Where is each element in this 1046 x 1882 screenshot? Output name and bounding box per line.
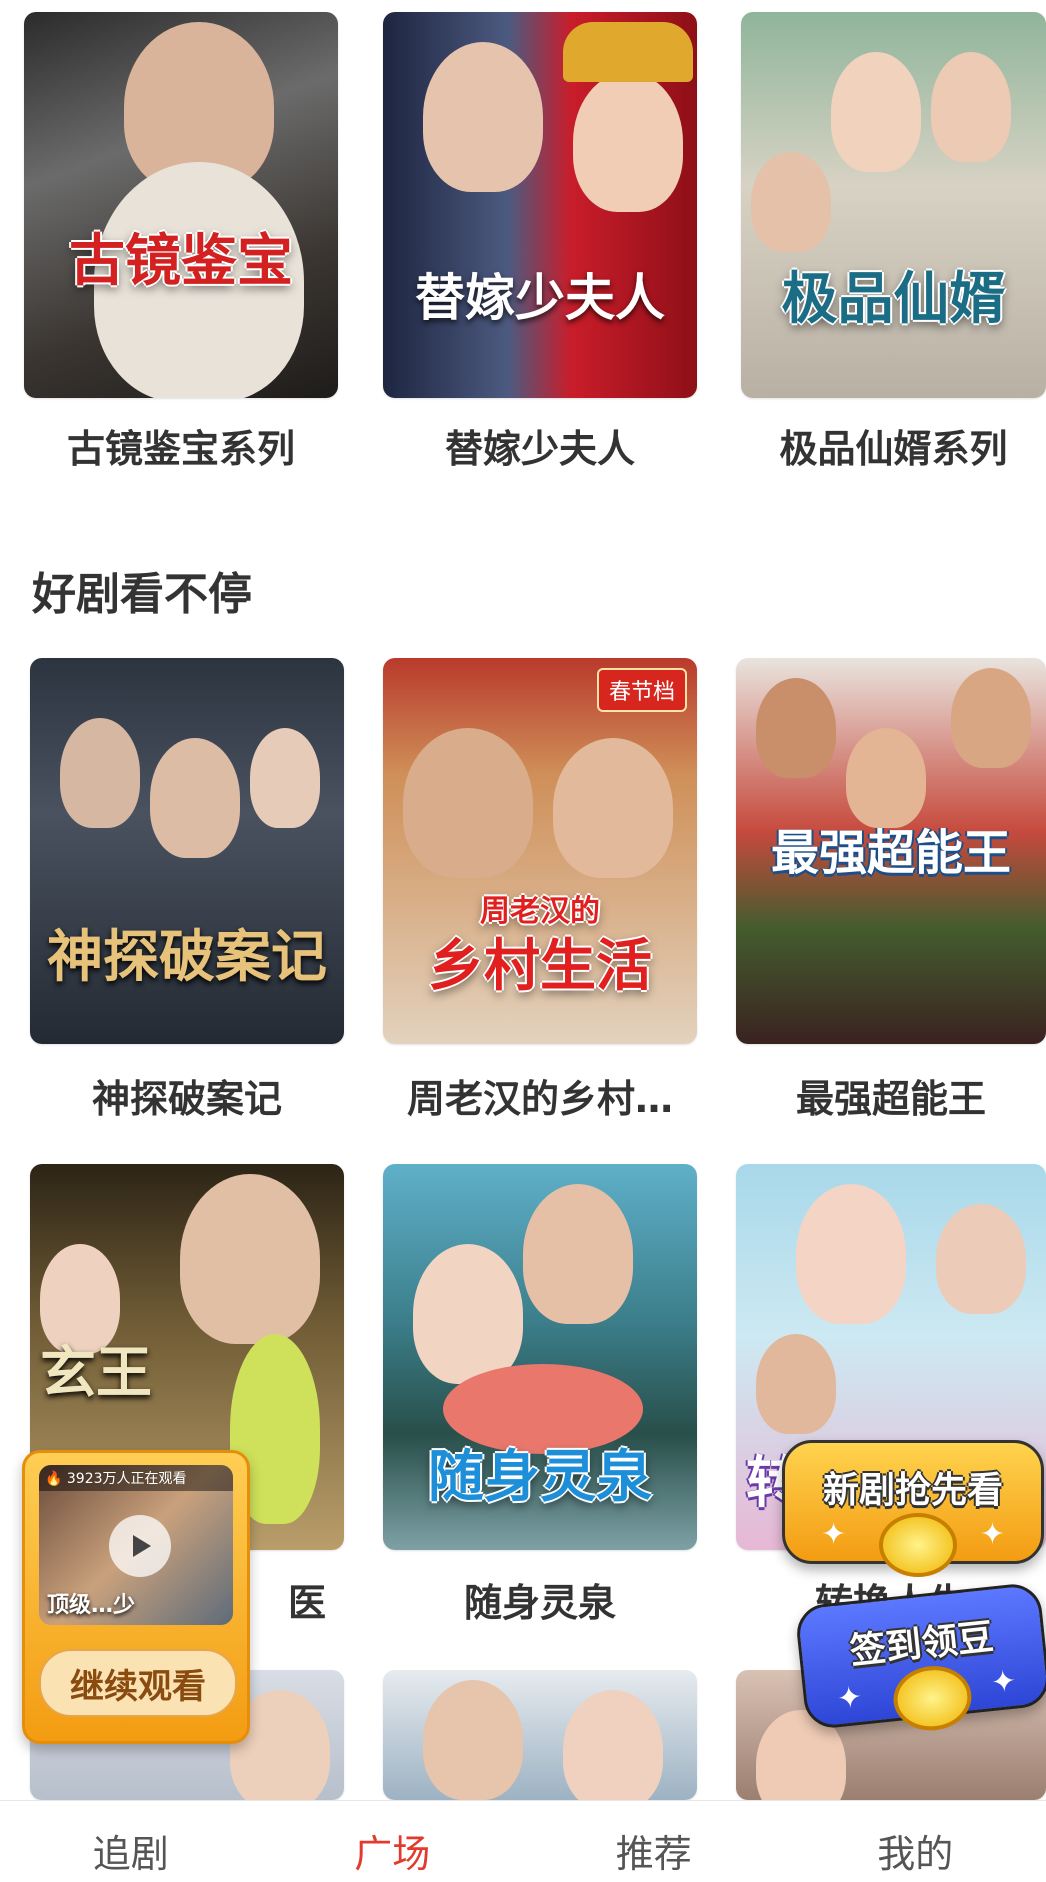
poster-figure [413, 1244, 523, 1384]
drama-title[interactable]: 最强超能王 [736, 1068, 1046, 1123]
drama-card-zhoulaohan[interactable]: 春节档 周老汉的 乡村生活 [383, 658, 697, 1044]
poster-title: 最强超能王 [752, 828, 1030, 878]
poster-title: 乡村生活 [399, 938, 681, 997]
poster-figure [423, 42, 543, 192]
drama-title[interactable]: 极品仙婿系列 [741, 418, 1046, 473]
drama-card-row4-2[interactable] [383, 1670, 697, 1800]
viewer-count: 🔥 3923万人正在观看 [39, 1465, 233, 1491]
mini-thumb-text: 顶级…少 [47, 1587, 135, 1619]
coin-icon [879, 1513, 957, 1577]
poster-figure [40, 1244, 120, 1354]
poster-figure [250, 728, 320, 828]
sparkle-icon: ✦ [989, 1663, 1018, 1700]
sign-in-label: 签到领豆 [847, 1608, 996, 1675]
poster-title: 极品仙婿 [757, 270, 1030, 329]
poster-figure [846, 728, 926, 828]
poster-figure [951, 668, 1031, 768]
sparkle-icon: ✦ [835, 1680, 864, 1717]
drama-poster[interactable]: 随身灵泉 [383, 1164, 697, 1550]
drama-title[interactable]: 古镜鉴宝系列 [24, 418, 338, 473]
drama-poster[interactable]: 春节档 周老汉的 乡村生活 [383, 658, 697, 1044]
drama-card-shentan[interactable]: 神探破案记 [30, 658, 344, 1044]
poster-figure [751, 152, 831, 252]
drama-poster[interactable]: 替嫁少夫人 [383, 12, 697, 398]
play-icon[interactable] [109, 1515, 171, 1577]
drama-card-suishen[interactable]: 随身灵泉 [383, 1164, 697, 1550]
poster-figure [60, 718, 140, 828]
bottom-nav: 追剧 广场 推荐 我的 [0, 1800, 1046, 1882]
poster-title: 玄王 [40, 1344, 152, 1403]
drama-card-zuiqiang[interactable]: 最强超能王 [736, 658, 1046, 1044]
drama-title[interactable]: 随身灵泉 [383, 1572, 697, 1627]
new-drama-promo-button[interactable]: 新剧抢先看 ✦ ✦ [782, 1440, 1044, 1564]
poster-figure [831, 52, 921, 172]
drama-title[interactable]: 周老汉的乡村… [383, 1068, 697, 1123]
poster-figure [423, 1680, 523, 1800]
new-drama-label: 新剧抢先看 [823, 1461, 1003, 1513]
poster-figure [936, 1204, 1026, 1314]
drama-card-tijia[interactable]: 替嫁少夫人 [383, 12, 697, 398]
poster-figure [443, 1364, 643, 1454]
poster-figure [563, 22, 693, 82]
poster-title: 替嫁少夫人 [399, 272, 681, 325]
continue-watching-widget[interactable]: 🔥 3923万人正在观看 顶级…少 继续观看 [22, 1450, 250, 1744]
viewer-count-text: 3923万人正在观看 [67, 1471, 187, 1487]
drama-poster[interactable]: 极品仙婿 [741, 12, 1046, 398]
fire-icon: 🔥 [45, 1471, 62, 1487]
drama-card-jipin[interactable]: 极品仙婿 [741, 12, 1046, 398]
sparkle-icon: ✦ [980, 1517, 1005, 1552]
continue-watching-button[interactable]: 继续观看 [39, 1649, 237, 1717]
sparkle-icon: ✦ [821, 1517, 846, 1552]
holiday-badge: 春节档 [597, 668, 687, 712]
poster-subtitle: 周老汉的 [399, 896, 681, 928]
poster-figure [756, 678, 836, 778]
drama-poster[interactable] [383, 1670, 697, 1800]
drama-poster[interactable]: 神探破案记 [30, 658, 344, 1044]
section-title: 好剧看不停 [32, 558, 252, 622]
poster-title: 随身灵泉 [399, 1448, 681, 1507]
poster-figure [553, 738, 673, 878]
nav-tab-tuijian[interactable]: 推荐 [523, 1801, 785, 1882]
poster-figure [523, 1184, 633, 1324]
poster-figure [756, 1334, 836, 1434]
poster-title: 古镜鉴宝 [40, 232, 322, 291]
sign-in-coins-button[interactable]: 签到领豆 ✦ ✦ [794, 1581, 1046, 1730]
nav-tab-wode[interactable]: 我的 [785, 1801, 1046, 1882]
drama-poster[interactable]: 古镜鉴宝 [24, 12, 338, 398]
nav-tab-zhuiju[interactable]: 追剧 [0, 1801, 262, 1882]
poster-figure [403, 728, 533, 878]
drama-title[interactable]: 神探破案记 [30, 1068, 344, 1123]
poster-title: 神探破案记 [46, 928, 328, 987]
poster-figure [180, 1174, 320, 1344]
poster-figure [563, 1690, 663, 1800]
mini-player-thumbnail[interactable]: 🔥 3923万人正在观看 顶级…少 [39, 1465, 233, 1625]
poster-figure [796, 1184, 906, 1324]
poster-figure [573, 72, 683, 212]
poster-figure [150, 738, 240, 858]
drama-title[interactable]: 替嫁少夫人 [383, 418, 697, 473]
nav-tab-guangchang[interactable]: 广场 [262, 1801, 524, 1882]
poster-figure [931, 52, 1011, 162]
drama-poster[interactable]: 最强超能王 [736, 658, 1046, 1044]
drama-card-gujing[interactable]: 古镜鉴宝 [24, 12, 338, 398]
